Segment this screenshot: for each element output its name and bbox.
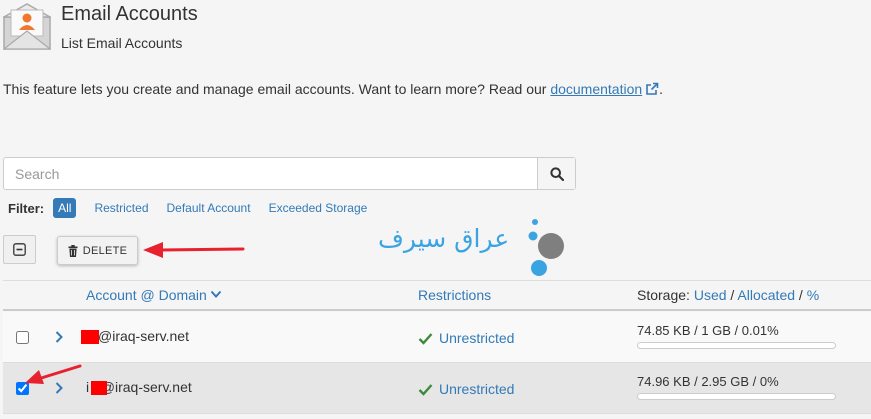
chevron-right-icon[interactable] <box>54 330 64 344</box>
annotation-arrow-delete <box>143 242 245 258</box>
check-icon <box>418 383 433 396</box>
sort-storage-used[interactable]: Used <box>694 287 727 303</box>
storage-usage-text: 74.96 KB / 2.95 GB / 0% <box>637 374 779 389</box>
filter-bar: Filter: All Restricted Default Account E… <box>8 197 385 219</box>
delete-button[interactable]: DELETE <box>57 236 138 265</box>
documentation-link[interactable]: documentation <box>550 81 642 97</box>
trash-icon <box>68 244 78 257</box>
account-domain-header-label: Account @ Domain <box>86 287 207 303</box>
sort-account-domain[interactable]: Account @ Domain <box>86 287 222 303</box>
search-icon <box>549 166 564 181</box>
restriction-status-label: Unrestricted <box>439 381 515 397</box>
table-header: Account @ Domain Restrictions Storage: U… <box>3 280 871 311</box>
restriction-status[interactable]: Unrestricted <box>418 330 514 346</box>
envelope-user-icon <box>3 3 51 50</box>
search-box <box>3 157 576 190</box>
check-icon <box>418 332 433 345</box>
restriction-status[interactable]: Unrestricted <box>418 381 514 397</box>
storage-header-prefix: Storage: <box>637 287 694 303</box>
sort-storage-percent[interactable]: % <box>807 287 819 303</box>
page-title: Email Accounts <box>61 3 198 25</box>
filter-default-account[interactable]: Default Account <box>167 201 251 215</box>
filter-exceeded-storage[interactable]: Exceeded Storage <box>269 201 368 215</box>
chevron-right-icon[interactable] <box>54 381 64 395</box>
sort-storage-allocated[interactable]: Allocated <box>737 287 795 303</box>
redaction-mark <box>91 381 107 395</box>
table-row: i o@iraq-serv.net Unrestricted 74.96 KB … <box>3 363 871 414</box>
feature-description-text: This feature lets you create and manage … <box>3 81 551 97</box>
sort-restrictions[interactable]: Restrictions <box>418 287 491 303</box>
storage-header-separator: / <box>726 287 738 303</box>
storage-header: Storage: Used / Allocated / % <box>637 287 819 303</box>
page-subtitle: List Email Accounts <box>61 35 183 51</box>
email-address: @iraq-serv.net <box>98 328 189 344</box>
storage-usage-bar <box>637 342 836 349</box>
email-accounts-table: Account @ Domain Restrictions Storage: U… <box>3 280 871 419</box>
search-button[interactable] <box>537 158 575 189</box>
delete-button-label: DELETE <box>82 244 128 257</box>
feature-description: This feature lets you create and manage … <box>3 81 663 97</box>
search-input[interactable] <box>4 158 538 189</box>
filter-all[interactable]: All <box>53 198 77 218</box>
storage-usage-bar <box>637 393 836 400</box>
external-link-icon[interactable] <box>645 82 659 96</box>
feature-description-suffix: . <box>659 81 664 97</box>
chevron-down-icon <box>210 290 222 298</box>
filter-label: Filter: <box>8 200 45 216</box>
watermark-logo-text: عراق سيرف <box>378 224 510 253</box>
restriction-status-label: Unrestricted <box>439 330 515 346</box>
row-checkbox[interactable] <box>16 331 29 344</box>
filter-restricted[interactable]: Restricted <box>94 201 148 215</box>
storage-usage-text: 74.85 KB / 1 GB / 0.01% <box>637 323 779 338</box>
storage-header-separator: / <box>795 287 807 303</box>
minus-square-icon <box>13 243 26 256</box>
table-row: @iraq-serv.net Unrestricted 74.85 KB / 1… <box>3 312 871 363</box>
row-checkbox[interactable] <box>16 382 29 395</box>
redaction-mark <box>81 330 99 344</box>
watermark-logo-mark <box>528 219 564 276</box>
select-all-toggle[interactable] <box>3 235 36 264</box>
